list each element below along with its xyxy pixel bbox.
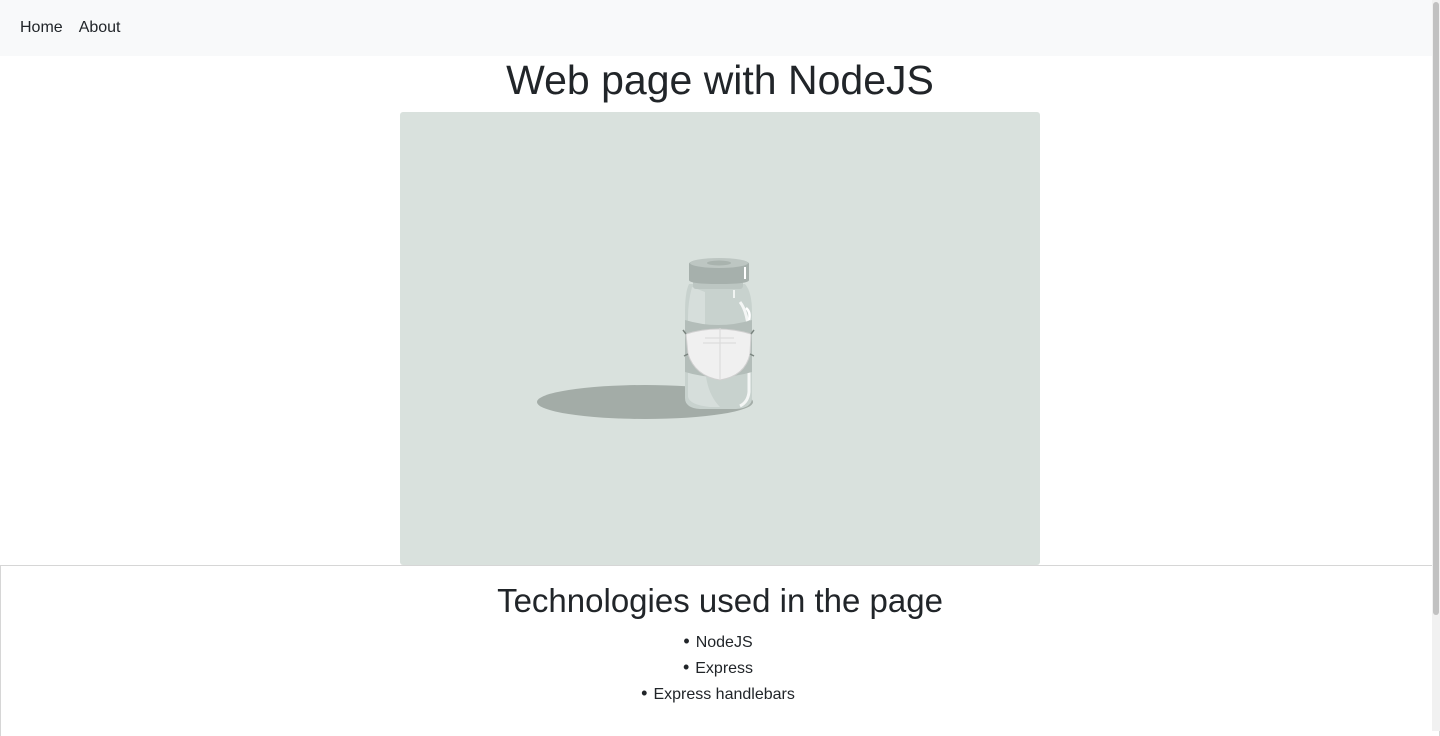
page-title: Web page with NodeJS: [506, 57, 934, 103]
vaccine-vial-illustration: [537, 258, 755, 419]
list-item: NodeJS: [1, 629, 1439, 655]
technologies-list: NodeJS Express Express handlebars: [1, 629, 1439, 707]
hero-image: [400, 112, 1040, 565]
nav-link-home[interactable]: Home: [20, 18, 63, 38]
technologies-section: Technologies used in the page NodeJS Exp…: [0, 565, 1440, 736]
nav-link-about[interactable]: About: [79, 18, 121, 38]
technologies-heading: Technologies used in the page: [497, 582, 943, 619]
list-item: Express handlebars: [1, 681, 1439, 707]
navbar: Home About: [0, 0, 1432, 56]
vertical-scrollbar[interactable]: [1432, 0, 1440, 731]
scrollbar-thumb[interactable]: [1433, 2, 1439, 615]
list-item: Express: [1, 655, 1439, 681]
